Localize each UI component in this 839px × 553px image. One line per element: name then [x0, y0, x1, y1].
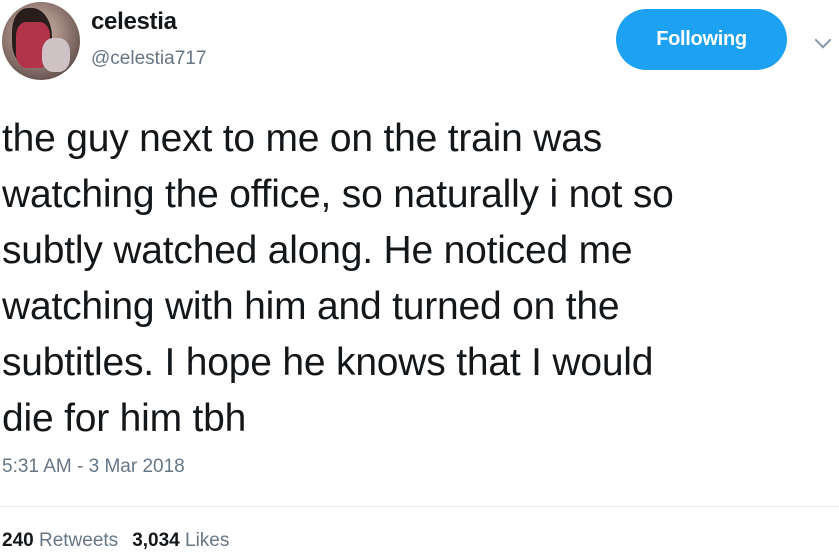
display-name[interactable]: celestia — [91, 8, 177, 36]
retweets-count: 240 — [2, 530, 34, 551]
user-handle[interactable]: @celestia717 — [91, 48, 206, 70]
divider — [0, 506, 839, 507]
following-button-label: Following — [656, 28, 747, 50]
chevron-down-icon[interactable] — [814, 31, 832, 49]
likes-label: Likes — [185, 530, 230, 551]
avatar-arm — [42, 38, 70, 72]
tweet-text: the guy next to me on the train was watc… — [2, 117, 674, 440]
following-button[interactable]: Following — [616, 9, 787, 70]
tweet-timestamp[interactable]: 5:31 AM - 3 Mar 2018 — [2, 456, 185, 478]
tweet-stats: 240 Retweets 3,034 Likes — [2, 530, 229, 552]
retweets-stat[interactable]: 240 Retweets — [2, 530, 118, 551]
avatar[interactable] — [2, 2, 80, 80]
likes-stat[interactable]: 3,034 Likes — [132, 530, 229, 551]
retweets-label: Retweets — [38, 530, 119, 551]
tweet-card: celestia @celestia717 Following the guy … — [0, 0, 839, 553]
likes-count: 3,034 — [132, 530, 180, 551]
